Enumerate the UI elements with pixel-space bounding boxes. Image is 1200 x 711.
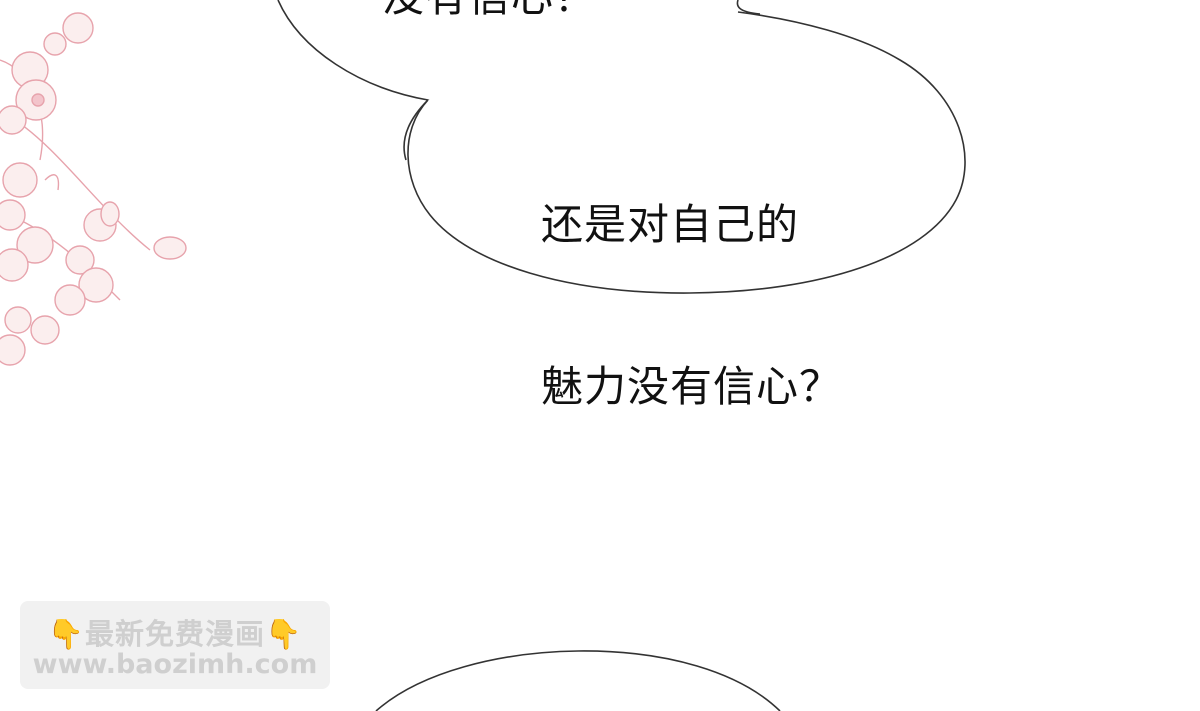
bottom-speech-bubble	[375, 650, 781, 711]
watermark-url: www.baozimh.com	[32, 649, 318, 680]
pointing-down-icon: 👇	[47, 617, 85, 651]
pointing-down-icon: 👇	[265, 617, 303, 651]
blossom-illustration	[0, 12, 187, 366]
main-bubble-line-1: 还是对自己的	[541, 200, 800, 249]
top-bubble-text: 没有信心？	[382, 0, 597, 24]
main-bubble-line-2: 魅力没有信心？	[541, 362, 843, 411]
watermark-title: 最新免费漫画	[84, 617, 265, 651]
main-bubble-text: 还是对自己的 魅力没有信心？	[541, 90, 842, 468]
site-watermark: 👇最新免费漫画👇 www.baozimh.com	[20, 601, 330, 689]
